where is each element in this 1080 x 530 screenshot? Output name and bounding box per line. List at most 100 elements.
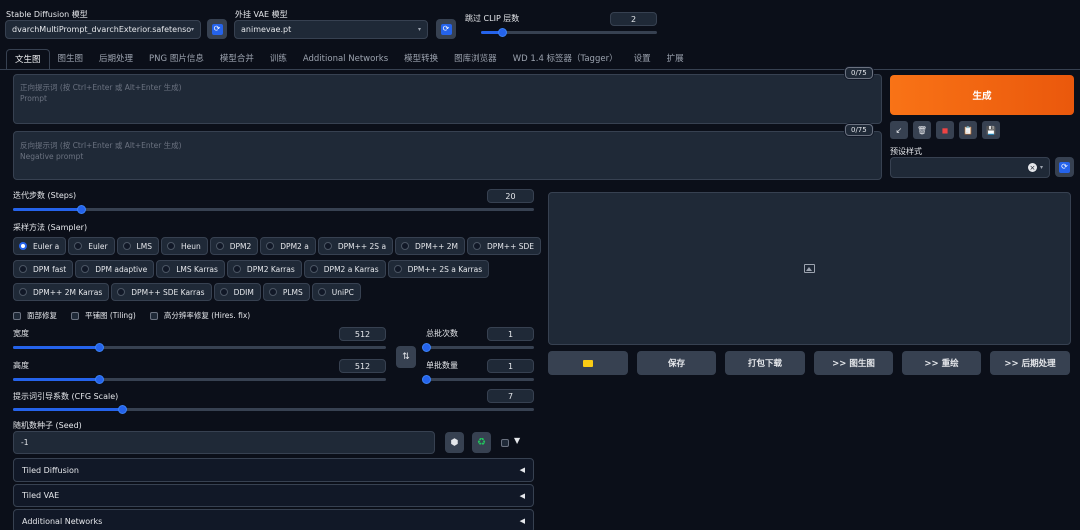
extra-seed-toggle-icon[interactable]: ▼ — [514, 436, 520, 445]
save-button[interactable]: 保存 — [637, 351, 716, 375]
apply-style-button[interactable]: 📋 — [959, 121, 977, 139]
styles-select[interactable]: × ▾ — [890, 157, 1050, 178]
clip-skip-input[interactable]: 2 — [610, 12, 657, 26]
sampler-option[interactable]: Heun — [160, 237, 208, 255]
cfg-input[interactable]: 7 — [487, 389, 534, 403]
reuse-seed-button[interactable]: ♻ — [472, 432, 491, 453]
radio-indicator — [309, 265, 318, 273]
steps-input[interactable]: 20 — [487, 189, 534, 203]
send-to-img2img-button[interactable]: >> 图生图 — [814, 351, 893, 375]
sampler-option[interactable]: DPM++ SDE — [467, 237, 542, 255]
random-seed-button[interactable]: ⬢ — [445, 432, 464, 453]
checkbox-box[interactable] — [13, 311, 21, 320]
save-style-button[interactable]: 💾 — [982, 121, 1000, 139]
sampler-option[interactable]: DPM++ 2M Karras — [13, 283, 110, 301]
option-checkbox[interactable]: 面部修复 — [13, 310, 57, 321]
send-to-inpaint-button[interactable]: >> 重绘 — [902, 351, 981, 375]
sampler-option[interactable]: Euler a — [13, 237, 67, 255]
sampler-option[interactable]: DPM fast — [13, 260, 74, 278]
radio-indicator — [215, 242, 224, 250]
tab-2[interactable]: 后期处理 — [91, 49, 141, 69]
zip-download-button[interactable]: 打包下载 — [725, 351, 805, 375]
clear-prompt-button[interactable]: 🗑 — [913, 121, 931, 139]
option-checkbox[interactable]: 平铺图 (Tiling) — [71, 310, 136, 321]
tab-8[interactable]: 图库浏览器 — [446, 49, 505, 69]
negative-prompt-input[interactable]: 反向提示词 (按 Ctrl+Enter 或 Alt+Enter 生成) Nega… — [13, 131, 882, 180]
sampler-option[interactable]: DPM++ 2S a — [317, 237, 394, 255]
clip-skip-label: 跳过 CLIP 层数 — [465, 14, 520, 23]
checkbox-box[interactable] — [149, 311, 158, 320]
tab-9[interactable]: WD 1.4 标签器（Tagger） — [505, 49, 626, 69]
checkbox-box[interactable] — [71, 311, 79, 320]
sampler-option[interactable]: DPM++ 2M — [395, 237, 466, 255]
prompt-tools: ↙ 🗑 ◼ 📋 💾 — [890, 121, 1000, 139]
refresh-styles-button[interactable]: ⟳ — [1055, 157, 1074, 177]
clear-icon[interactable]: × — [1027, 163, 1037, 172]
tab-0[interactable]: 文生图 — [6, 49, 50, 69]
main-tabs: 文生图 图生图 后期处理 PNG 图片信息 模型合并 训练 Additional Netwo… — [6, 49, 692, 69]
width-slider[interactable] — [13, 340, 386, 354]
tab-1[interactable]: 图生图 — [50, 49, 92, 69]
batch-count-input[interactable]: 1 — [487, 327, 534, 341]
sampler-option[interactable]: DPM2 a — [260, 237, 316, 255]
batch-size-input[interactable]: 1 — [487, 359, 534, 373]
sampler-option[interactable]: UniPC — [311, 283, 361, 301]
height-input[interactable]: 512 — [339, 359, 386, 373]
clipboard-icon: 📋 — [963, 125, 973, 135]
sampler-option[interactable]: DPM++ 2S a Karras — [387, 260, 490, 278]
vae-select[interactable]: animevae.pt ▾ — [234, 20, 428, 39]
radio-indicator — [19, 242, 27, 250]
sampler-option[interactable]: DPM2 Karras — [226, 260, 302, 278]
extra-seed-checkbox[interactable] — [501, 439, 509, 447]
sampler-option[interactable]: DPM2 a Karras — [303, 260, 386, 278]
option-checkbox[interactable]: 高分辨率修复 (Hires. fix) — [149, 310, 250, 321]
model-select[interactable]: dvarchMultiPrompt_dvarchExterior.safeten… — [5, 20, 201, 39]
sampler-option-label: DPM++ 2S a — [337, 241, 387, 251]
tab-7[interactable]: 模型转换 — [396, 49, 446, 69]
extra-networks-button[interactable]: ◼ — [936, 121, 954, 139]
width-input[interactable]: 512 — [339, 327, 386, 341]
refresh-model-button[interactable]: ⟳ — [207, 19, 227, 39]
sampler-option[interactable]: LMS — [116, 237, 159, 255]
steps-slider[interactable] — [13, 202, 534, 216]
send-to-extras-button[interactable]: >> 后期处理 — [990, 351, 1070, 375]
swap-dimensions-button[interactable]: ⇅ — [396, 346, 416, 368]
tab-6[interactable]: Additional Networks — [295, 49, 396, 69]
accordion-additional-networks[interactable]: Additional Networks ◀ — [13, 509, 534, 530]
height-slider[interactable] — [13, 372, 386, 386]
generate-button[interactable]: 生成 — [890, 75, 1074, 115]
sampler-option-label: DPM2 a Karras — [323, 264, 379, 274]
sampler-option[interactable]: Euler — [68, 237, 115, 255]
positive-prompt-input[interactable]: 正向提示词 (按 Ctrl+Enter 或 Alt+Enter 生成) Prom… — [13, 74, 882, 124]
tab-3[interactable]: PNG 图片信息 — [141, 49, 212, 69]
sampler-option[interactable]: DPM2 — [209, 237, 259, 255]
accordion-tiled-vae[interactable]: Tiled VAE ◀ — [13, 484, 534, 507]
cfg-slider[interactable] — [13, 402, 534, 416]
batch-size-slider[interactable] — [422, 372, 534, 386]
sampler-option[interactable]: DDIM — [213, 283, 261, 301]
collapse-left-icon: ◀ — [519, 517, 525, 525]
tab-5[interactable]: 训练 — [262, 49, 295, 69]
batch-count-slider[interactable] — [422, 340, 534, 354]
sampler-option[interactable]: DPM adaptive — [75, 260, 155, 278]
height-label: 高度 — [13, 361, 29, 370]
read-params-button[interactable]: ↙ — [890, 121, 908, 139]
sampler-option[interactable]: LMS Karras — [156, 260, 225, 278]
sampler-option-label: DPM2 — [229, 241, 252, 251]
refresh-icon: ⟳ — [440, 23, 452, 35]
refresh-vae-button[interactable]: ⟳ — [436, 19, 456, 39]
sampler-option[interactable]: DPM++ SDE Karras — [111, 283, 212, 301]
tab-11[interactable]: 扩展 — [659, 49, 692, 69]
steps-label: 迭代步数 (Steps) — [13, 191, 77, 200]
seed-input[interactable]: -1 — [13, 431, 435, 454]
clip-skip-slider[interactable] — [481, 25, 657, 39]
collapse-left-icon: ◀ — [519, 466, 525, 474]
sampler-option[interactable]: PLMS — [262, 283, 310, 301]
sampler-option-label: DPM++ 2M Karras — [33, 287, 103, 297]
accordion-tiled-diffusion[interactable]: Tiled Diffusion ◀ — [13, 458, 534, 482]
tab-10[interactable]: 设置 — [626, 49, 659, 69]
open-folder-button[interactable] — [548, 351, 628, 375]
tab-4[interactable]: 模型合并 — [212, 49, 262, 69]
checkbox-label: 面部修复 — [27, 311, 57, 320]
sampler-option-label: UniPC — [331, 287, 354, 297]
